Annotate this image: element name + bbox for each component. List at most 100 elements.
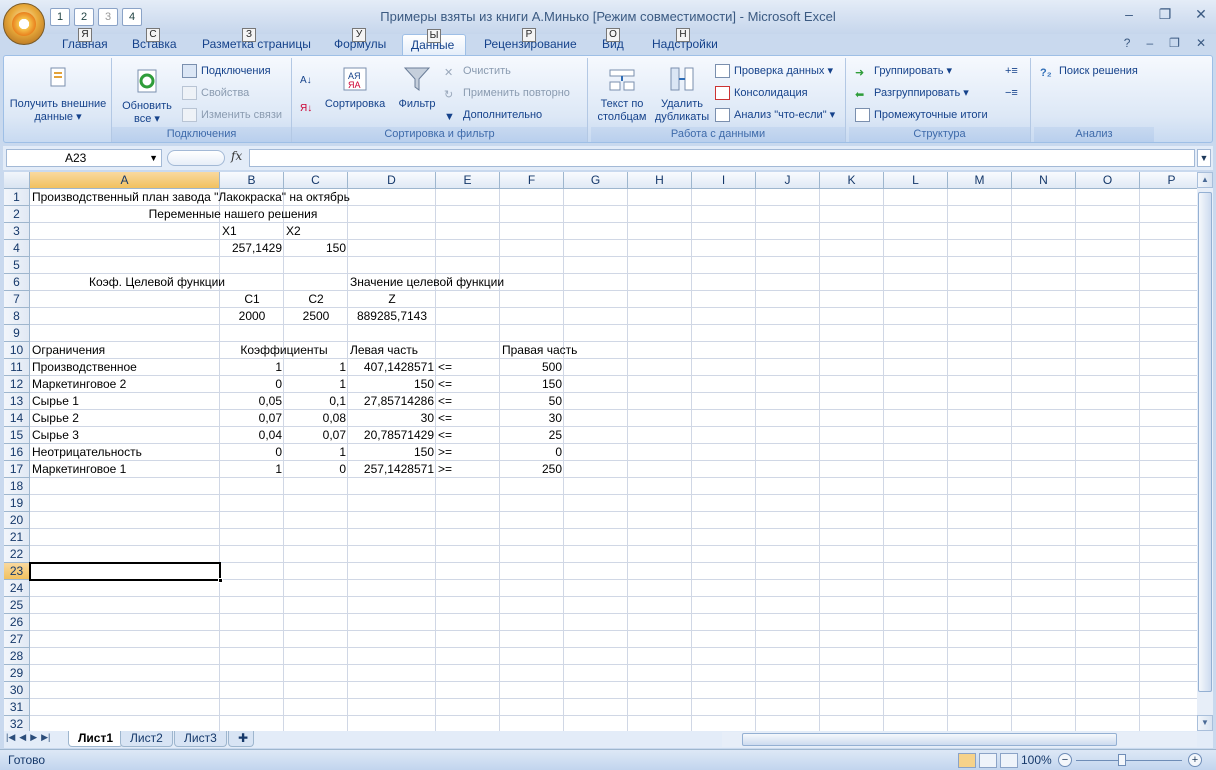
doc-restore-icon[interactable]: ❐ bbox=[1169, 36, 1180, 50]
cell[interactable]: C2 bbox=[284, 291, 348, 308]
first-sheet-icon[interactable]: |◀ bbox=[6, 732, 15, 743]
column-header[interactable]: O bbox=[1076, 172, 1140, 189]
row-header[interactable]: 24 bbox=[4, 580, 30, 597]
office-button[interactable] bbox=[3, 3, 45, 45]
cell[interactable]: 250 bbox=[500, 461, 564, 478]
column-header[interactable]: P bbox=[1140, 172, 1197, 189]
data-validation-button[interactable]: Проверка данных ▾ bbox=[715, 62, 833, 80]
cell[interactable]: >= bbox=[436, 461, 500, 478]
cell[interactable]: 0 bbox=[220, 376, 284, 393]
cell[interactable]: Ограничения bbox=[30, 342, 220, 359]
row-header[interactable]: 1 bbox=[4, 189, 30, 206]
cell[interactable]: 20,78571429 bbox=[348, 427, 436, 444]
text-to-columns-button[interactable]: Текст по столбцам bbox=[593, 64, 651, 124]
scroll-up-icon[interactable]: ▲ bbox=[1197, 172, 1213, 188]
row-header[interactable]: 19 bbox=[4, 495, 30, 512]
row-header[interactable]: 2 bbox=[4, 206, 30, 223]
reapply-button[interactable]: ↻ Применить повторно bbox=[444, 84, 570, 102]
row-header[interactable]: 12 bbox=[4, 376, 30, 393]
tab-review[interactable]: Рецензирование Р bbox=[476, 28, 585, 56]
normal-view-icon[interactable] bbox=[958, 753, 976, 768]
remove-duplicates-button[interactable]: Удалить дубликаты bbox=[653, 64, 711, 124]
cell[interactable]: 257,1428571 bbox=[348, 461, 436, 478]
formula-bar-resize-handle[interactable] bbox=[167, 150, 225, 166]
cell[interactable]: 0 bbox=[220, 444, 284, 461]
expand-formula-bar-icon[interactable]: ▼ bbox=[1197, 149, 1211, 167]
sheet-tab-3[interactable]: Лист3 bbox=[174, 731, 227, 747]
row-header[interactable]: 9 bbox=[4, 325, 30, 342]
ungroup-button[interactable]: ⬅ Разгруппировать ▾ bbox=[855, 84, 969, 102]
filter-button[interactable]: Фильтр bbox=[394, 64, 440, 111]
column-header[interactable]: F bbox=[500, 172, 564, 189]
cell[interactable]: Значение целевой функции bbox=[348, 274, 504, 291]
cell[interactable]: Производственное bbox=[30, 359, 220, 376]
cell[interactable]: 0 bbox=[284, 461, 348, 478]
hide-detail-icon[interactable]: −≡ bbox=[1005, 84, 1018, 102]
edit-links-button[interactable]: Изменить связи bbox=[182, 106, 282, 124]
row-header[interactable]: 28 bbox=[4, 648, 30, 665]
cell[interactable]: Левая часть bbox=[348, 342, 436, 359]
sheet-tab-2[interactable]: Лист2 bbox=[120, 731, 173, 747]
what-if-button[interactable]: Анализ "что-если" ▾ bbox=[715, 106, 835, 124]
cell[interactable]: 25 bbox=[500, 427, 564, 444]
help-icon[interactable]: ? bbox=[1124, 36, 1131, 50]
horizontal-scroll-thumb[interactable] bbox=[742, 733, 1117, 746]
name-box[interactable]: A23 ▼ bbox=[6, 149, 162, 167]
row-header[interactable]: 31 bbox=[4, 699, 30, 716]
select-all-corner[interactable] bbox=[4, 172, 30, 189]
cell[interactable]: Правая часть bbox=[500, 342, 577, 359]
chevron-down-icon[interactable]: ▼ bbox=[149, 150, 158, 166]
close-icon[interactable]: ✕ bbox=[1192, 6, 1210, 23]
column-header[interactable]: B bbox=[220, 172, 284, 189]
cell[interactable]: 0,07 bbox=[220, 410, 284, 427]
row-header[interactable]: 21 bbox=[4, 529, 30, 546]
cell[interactable]: 50 bbox=[500, 393, 564, 410]
next-sheet-icon[interactable]: ▶ bbox=[30, 732, 37, 743]
sort-asc-button[interactable]: А↓ bbox=[300, 70, 319, 88]
tab-view[interactable]: Вид О bbox=[594, 28, 632, 56]
formula-input[interactable] bbox=[249, 149, 1195, 167]
cell[interactable]: 27,85714286 bbox=[348, 393, 436, 410]
row-header[interactable]: 16 bbox=[4, 444, 30, 461]
insert-sheet-icon[interactable]: ✚ bbox=[228, 731, 254, 747]
scroll-down-icon[interactable]: ▼ bbox=[1197, 715, 1213, 731]
restore-icon[interactable]: ❐ bbox=[1156, 6, 1174, 23]
prev-sheet-icon[interactable]: ◀ bbox=[19, 732, 26, 743]
cell[interactable]: 0,05 bbox=[220, 393, 284, 410]
cell[interactable]: Сырье 2 bbox=[30, 410, 220, 427]
column-header[interactable]: I bbox=[692, 172, 756, 189]
row-header[interactable]: 6 bbox=[4, 274, 30, 291]
cell[interactable]: 0 bbox=[500, 444, 564, 461]
cell[interactable]: <= bbox=[436, 376, 500, 393]
cell[interactable]: 889285,7143 bbox=[348, 308, 436, 325]
refresh-all-button[interactable]: Обновить все ▾ bbox=[116, 66, 178, 126]
cell[interactable]: 2000 bbox=[220, 308, 284, 325]
doc-close-icon[interactable]: ✕ bbox=[1196, 36, 1206, 50]
properties-button[interactable]: Свойства bbox=[182, 84, 249, 102]
tab-formulas[interactable]: Формулы У bbox=[326, 28, 394, 56]
cell[interactable]: 2500 bbox=[284, 308, 348, 325]
row-header[interactable]: 7 bbox=[4, 291, 30, 308]
row-header[interactable]: 5 bbox=[4, 257, 30, 274]
worksheet-grid[interactable]: A B C D E F G H I J K L M N O P 1 2 3 4 5 6 7 8 9 10 11 12 13 14 15 16 1… bbox=[4, 172, 1197, 731]
zoom-in-icon[interactable]: + bbox=[1188, 753, 1202, 767]
cell[interactable]: X1 bbox=[220, 223, 284, 240]
cell[interactable]: C1 bbox=[220, 291, 284, 308]
cell[interactable]: Z bbox=[348, 291, 436, 308]
row-header[interactable]: 30 bbox=[4, 682, 30, 699]
row-header[interactable]: 20 bbox=[4, 512, 30, 529]
tab-data[interactable]: Данные Ы bbox=[402, 29, 466, 56]
cell[interactable]: 150 bbox=[348, 376, 436, 393]
cell[interactable]: 407,1428571 bbox=[348, 359, 436, 376]
cell[interactable]: Неотрицательность bbox=[30, 444, 220, 461]
cell[interactable]: <= bbox=[436, 427, 500, 444]
minimize-icon[interactable]: – bbox=[1120, 6, 1138, 23]
cell[interactable]: Сырье 1 bbox=[30, 393, 220, 410]
zoom-level[interactable]: 100% bbox=[1021, 753, 1052, 767]
tab-home[interactable]: Главная Я bbox=[54, 28, 116, 56]
cell[interactable]: 0,08 bbox=[284, 410, 348, 427]
row-header[interactable]: 15 bbox=[4, 427, 30, 444]
row-header[interactable]: 14 bbox=[4, 410, 30, 427]
row-header[interactable]: 8 bbox=[4, 308, 30, 325]
column-header[interactable]: N bbox=[1012, 172, 1076, 189]
